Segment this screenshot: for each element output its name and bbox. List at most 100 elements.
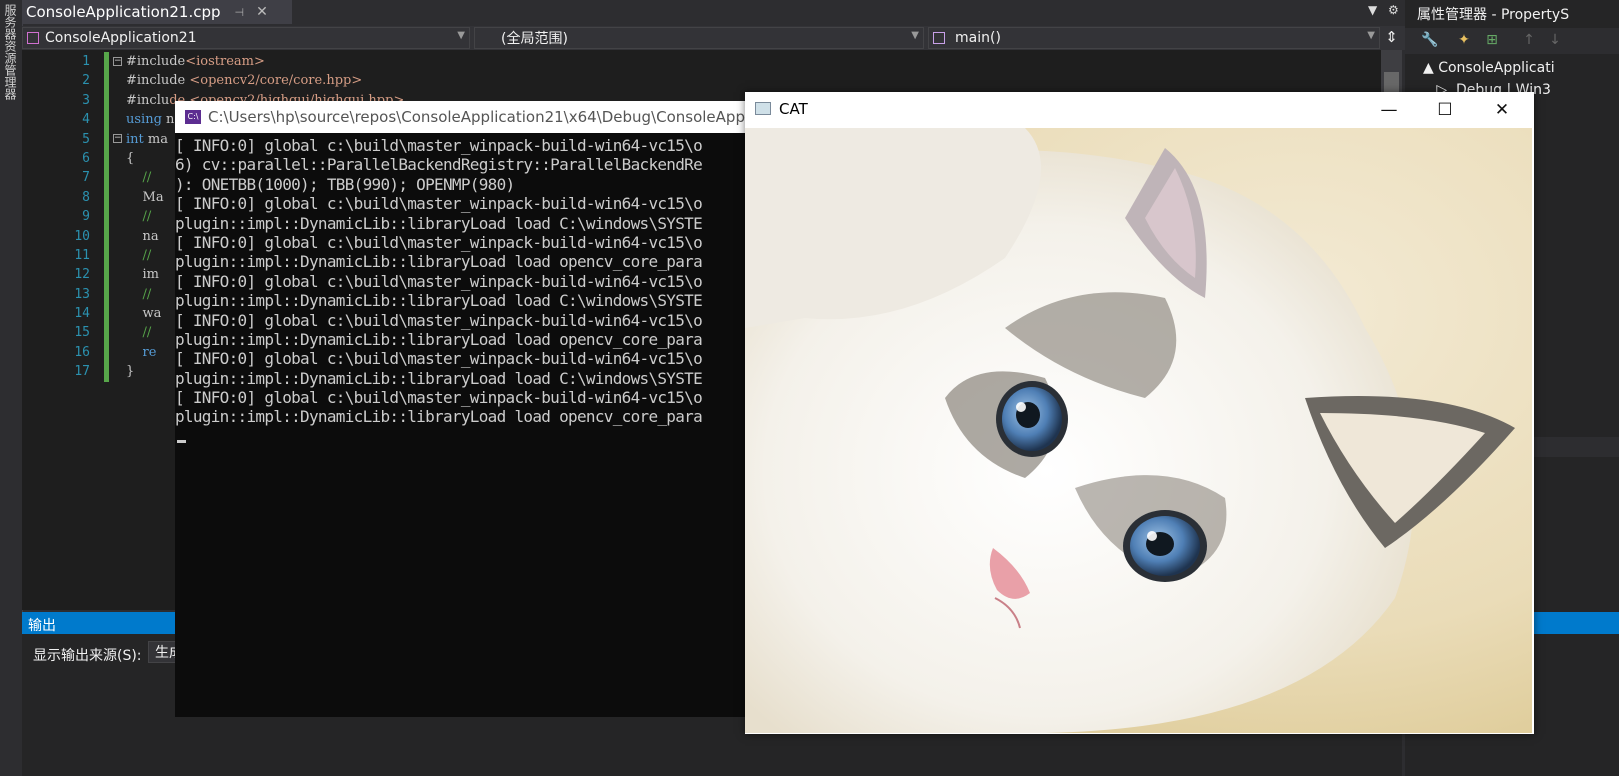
server-explorer-label[interactable]: 服务器资源管理器 bbox=[2, 4, 19, 100]
comment: // bbox=[126, 247, 152, 263]
property-tree-item[interactable]: ▲ ConsoleApplicati bbox=[1423, 58, 1555, 80]
code-token: #inclu bbox=[126, 92, 170, 108]
comment: // bbox=[126, 325, 152, 341]
move-up-icon[interactable]: ↑ bbox=[1520, 32, 1538, 50]
keyword: using bbox=[126, 112, 162, 128]
wrench-icon[interactable]: 🔧 bbox=[1421, 32, 1439, 50]
pin-icon[interactable]: ⊣ bbox=[235, 6, 245, 19]
chevron-down-icon: ▼ bbox=[457, 30, 465, 41]
line-number: 16 bbox=[74, 344, 90, 360]
comment: // bbox=[126, 209, 152, 225]
code-token: { bbox=[126, 150, 135, 166]
line-number: 9 bbox=[82, 209, 90, 225]
close-tab-icon[interactable]: ✕ bbox=[256, 4, 268, 20]
tab-consoleapplication21-cpp[interactable]: ConsoleApplication21.cpp ⊣ ✕ bbox=[22, 0, 292, 24]
editor-tab-bar: ConsoleApplication21.cpp ⊣ ✕ bbox=[22, 0, 1437, 24]
console-line: [ INFO:0] global c:\build\master_winpack… bbox=[175, 271, 703, 291]
collapse-icon[interactable]: − bbox=[113, 57, 122, 66]
code-token: wa bbox=[126, 306, 162, 322]
tab-list-dropdown-icon[interactable]: ▼ bbox=[1368, 3, 1377, 17]
gear-icon[interactable]: ⚙ bbox=[1388, 3, 1399, 17]
line-number: 14 bbox=[74, 306, 90, 322]
console-line: [ INFO:0] global c:\build\master_winpack… bbox=[175, 136, 703, 155]
output-source-label: 显示输出来源(S): bbox=[33, 648, 142, 664]
keyword: re bbox=[126, 344, 157, 360]
function-icon bbox=[933, 32, 945, 44]
close-button[interactable]: ✕ bbox=[1487, 98, 1517, 122]
console-line: ): ONETBB(1000); TBB(990); OPENMP(980) bbox=[175, 174, 515, 194]
line-number: 3 bbox=[82, 92, 90, 108]
code-token: im bbox=[126, 267, 160, 283]
window-icon bbox=[755, 102, 771, 115]
line-numbers: 1 2 3 4 5 6 7 8 9 10 11 12 13 14 15 16 17 bbox=[40, 52, 90, 382]
project-dropdown-value: ConsoleApplication21 bbox=[45, 30, 197, 46]
chevron-down-icon: ▼ bbox=[911, 30, 919, 41]
member-dropdown-value: main() bbox=[955, 30, 1001, 46]
change-tracking-bar bbox=[104, 52, 109, 382]
code-token: ma bbox=[143, 131, 168, 147]
line-number: 6 bbox=[82, 150, 90, 166]
code-token: Ma bbox=[126, 189, 164, 205]
line-number: 12 bbox=[74, 267, 90, 283]
project-dropdown[interactable]: ConsoleApplication21 ▼ bbox=[22, 27, 470, 49]
code-line[interactable]: #include<iostream> bbox=[126, 52, 404, 71]
console-window-title: C:\Users\hp\source\repos\ConsoleApplicat… bbox=[208, 108, 745, 126]
add-existing-property-sheet-icon[interactable]: ⊞ bbox=[1483, 32, 1501, 50]
line-number: 4 bbox=[82, 112, 90, 128]
console-cursor bbox=[177, 440, 186, 443]
code-token: #include bbox=[126, 54, 186, 69]
server-explorer-strip[interactable]: 服务器资源管理器 bbox=[0, 0, 23, 776]
move-down-icon[interactable]: ↓ bbox=[1546, 32, 1564, 50]
cat-photo bbox=[745, 128, 1532, 733]
console-line: [ INFO:0] global c:\build\master_winpack… bbox=[175, 194, 703, 214]
console-line: [ INFO:0] global c:\build\master_winpack… bbox=[175, 310, 703, 330]
console-line: plugin::impl::DynamicLib::libraryLoad lo… bbox=[175, 407, 703, 427]
line-number: 7 bbox=[82, 170, 90, 186]
console-line: plugin::impl::DynamicLib::libraryLoad lo… bbox=[175, 291, 703, 311]
add-new-property-sheet-icon[interactable]: ✦ bbox=[1455, 32, 1473, 50]
console-line: [ INFO:0] global c:\build\master_winpack… bbox=[175, 232, 703, 252]
console-line: 6) cv::parallel::ParallelBackendRegistry… bbox=[175, 155, 703, 175]
member-dropdown[interactable]: main() ▼ bbox=[928, 27, 1380, 49]
keyword: int bbox=[126, 131, 144, 147]
split-editor-icon[interactable]: ⇕ bbox=[1381, 28, 1402, 48]
output-panel-title: 输出 bbox=[28, 618, 56, 634]
comment: // bbox=[126, 286, 152, 302]
console-line: plugin::impl::DynamicLib::libraryLoad lo… bbox=[175, 213, 703, 233]
console-line: plugin::impl::DynamicLib::libraryLoad lo… bbox=[175, 368, 703, 388]
console-line: [ INFO:0] global c:\build\master_winpack… bbox=[175, 349, 703, 369]
scrollbar-thumb[interactable] bbox=[1384, 72, 1399, 92]
console-app-icon: C:\ bbox=[185, 110, 201, 124]
line-number: 8 bbox=[82, 189, 90, 205]
line-number: 5 bbox=[82, 131, 90, 147]
line-number: 13 bbox=[74, 286, 90, 302]
console-line: plugin::impl::DynamicLib::libraryLoad lo… bbox=[175, 252, 703, 272]
tab-title: ConsoleApplication21.cpp bbox=[26, 3, 221, 21]
comment: // bbox=[126, 170, 152, 186]
minimize-button[interactable]: — bbox=[1374, 98, 1404, 122]
code-token: na bbox=[126, 228, 159, 244]
code-line[interactable]: #include <opencv2/core/core.hpp> bbox=[126, 71, 404, 90]
include-path: <opencv2/core/core.hpp> bbox=[189, 73, 363, 89]
include-path: <iostream> bbox=[185, 54, 265, 69]
code-token: n bbox=[161, 112, 175, 128]
console-line: [ INFO:0] global c:\build\master_winpack… bbox=[175, 388, 703, 408]
code-token: #include bbox=[126, 73, 190, 89]
project-icon bbox=[27, 32, 39, 44]
line-number: 2 bbox=[82, 73, 90, 89]
line-number: 1 bbox=[82, 54, 90, 69]
property-manager-title: 属性管理器 - PropertyS bbox=[1417, 7, 1570, 23]
line-number: 15 bbox=[74, 325, 90, 341]
image-window-title: CAT bbox=[779, 100, 808, 118]
scope-dropdown-value: (全局范围) bbox=[501, 31, 568, 47]
line-number: 17 bbox=[74, 364, 90, 380]
scope-dropdown[interactable]: (全局范围) ▼ bbox=[474, 27, 924, 49]
chevron-down-icon: ▼ bbox=[1367, 30, 1375, 41]
line-number: 10 bbox=[74, 228, 90, 244]
code-token: } bbox=[126, 364, 135, 380]
line-number: 11 bbox=[74, 247, 90, 263]
maximize-button[interactable]: ☐ bbox=[1430, 98, 1460, 122]
console-line: plugin::impl::DynamicLib::libraryLoad lo… bbox=[175, 329, 703, 349]
collapse-icon[interactable]: − bbox=[113, 134, 122, 143]
console-output: [ INFO:0] global c:\build\master_winpack… bbox=[175, 136, 745, 716]
